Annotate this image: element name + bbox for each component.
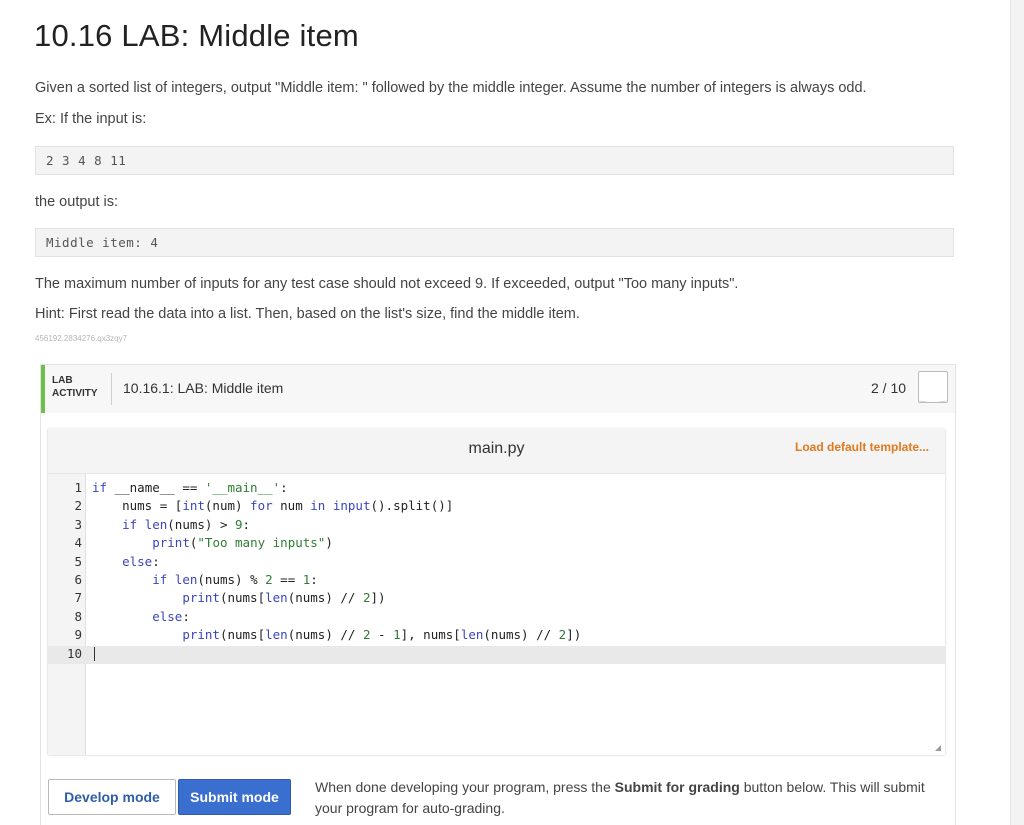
scrollbar-track[interactable] <box>1010 0 1024 825</box>
activity-header: LAB ACTIVITY 10.16.1: LAB: Middle item 2… <box>41 365 955 413</box>
activity-score: 2 / 10 <box>871 380 907 396</box>
code-line[interactable]: 4 print("Too many inputs") <box>48 535 945 553</box>
code-line[interactable]: 8 else: <box>48 609 945 627</box>
output-intro: the output is: <box>35 194 119 210</box>
completion-badge-icon <box>918 371 948 403</box>
lab-tag-line2: ACTIVITY <box>52 388 98 399</box>
code-line-active[interactable]: 10 <box>48 645 945 664</box>
lab-description: Given a sorted list of integers, output … <box>35 80 867 96</box>
code-line[interactable]: 3 if len(nums) > 9: <box>48 517 945 535</box>
example-output-block: Middle item: 4 <box>35 228 954 257</box>
limit-text: The maximum number of inputs for any tes… <box>35 276 739 292</box>
code-editor: main.py Load default template... 1 if __n… <box>48 428 945 755</box>
lab-activity-tag: LAB ACTIVITY <box>52 374 98 400</box>
code-line[interactable]: 6 if len(nums) % 2 == 1: <box>48 572 945 590</box>
lab-activity-panel: LAB ACTIVITY 10.16.1: LAB: Middle item 2… <box>40 364 956 825</box>
code-line[interactable]: 1 if __name__ == '__main__': <box>48 480 945 498</box>
develop-mode-button[interactable]: Develop mode <box>48 779 176 815</box>
submit-for-grading-text: Submit for grading <box>614 779 740 795</box>
page-title: 10.16 LAB: Middle item <box>34 18 359 53</box>
problem-id: 456192.2834276.qx3zqy7 <box>35 334 128 343</box>
code-line[interactable]: 2 nums = [int(num) for num in input().sp… <box>48 498 945 516</box>
text-cursor <box>94 647 95 662</box>
submit-instructions: When done developing your program, press… <box>315 779 925 816</box>
header-divider <box>111 373 112 405</box>
code-line[interactable]: 9 print(nums[len(nums) // 2 - 1], nums[l… <box>48 627 945 645</box>
example-intro: Ex: If the input is: <box>35 111 147 127</box>
example-input-block: 2 3 4 8 11 <box>35 146 954 175</box>
activity-title: 10.16.1: LAB: Middle item <box>123 380 284 396</box>
code-area[interactable]: 1 if __name__ == '__main__': 2 nums = [in… <box>48 473 945 755</box>
code-line[interactable]: 7 print(nums[len(nums) // 2]) <box>48 590 945 608</box>
code-lines[interactable]: 1 if __name__ == '__main__': 2 nums = [in… <box>48 480 945 664</box>
hint-text: Hint: First read the data into a list. T… <box>35 306 580 322</box>
lab-tag-line1: LAB <box>52 375 73 386</box>
code-line[interactable]: 5 else: <box>48 554 945 572</box>
submit-mode-button[interactable]: Submit mode <box>178 779 291 815</box>
load-default-template-button[interactable]: Load default template... <box>795 440 929 454</box>
resize-handle-icon[interactable] <box>935 745 941 751</box>
